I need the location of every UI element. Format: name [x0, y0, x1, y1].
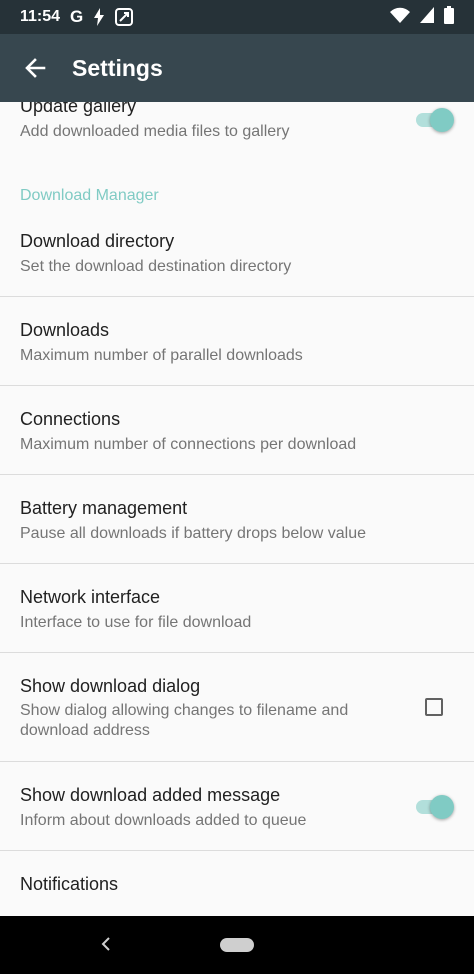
nav-back-icon[interactable] [96, 934, 116, 954]
show-added-switch[interactable] [414, 793, 454, 821]
pref-battery-management[interactable]: Battery management Pause all downloads i… [0, 475, 474, 563]
pref-title: Update gallery [20, 102, 137, 116]
pref-connections[interactable]: Connections Maximum number of connection… [0, 386, 474, 474]
switch-thumb [430, 795, 454, 819]
show-dialog-checkbox[interactable] [425, 698, 443, 716]
pref-notifications[interactable]: Notifications [0, 851, 474, 916]
pref-title: Show download added message [20, 785, 281, 805]
pref-title: Connections [20, 409, 121, 429]
signal-icon [420, 6, 434, 28]
category-download-manager: Download Manager [20, 187, 159, 204]
pref-show-download-added[interactable]: Show download added message Inform about… [0, 762, 474, 850]
pref-network-interface[interactable]: Network interface Interface to use for f… [0, 564, 474, 652]
pref-download-directory[interactable]: Download directory Set the download dest… [0, 222, 474, 296]
pref-update-gallery[interactable]: Update gallery Add downloaded media file… [0, 102, 474, 154]
update-gallery-switch[interactable] [414, 106, 454, 134]
pref-title: Download directory [20, 231, 175, 251]
wifi-icon [390, 7, 410, 28]
status-time: 11:54 [20, 8, 61, 25]
app-bar: Settings [0, 34, 474, 102]
battery-icon [444, 5, 454, 29]
page-title: Settings [72, 54, 163, 81]
settings-list[interactable]: Update gallery Add downloaded media file… [0, 102, 474, 916]
arrow-back-icon[interactable] [0, 34, 70, 102]
pref-summary: Show dialog allowing changes to filename… [20, 702, 349, 739]
pref-summary: Maximum number of connections per downlo… [20, 436, 357, 453]
status-bar: 11:54 G [0, 0, 474, 34]
flash-icon [93, 8, 105, 26]
pref-show-download-dialog[interactable]: Show download dialog Show dialog allowin… [0, 653, 474, 761]
pref-summary: Maximum number of parallel downloads [20, 347, 303, 364]
home-pill-icon[interactable] [220, 938, 254, 952]
pref-summary: Add downloaded media files to gallery [20, 123, 290, 140]
navigation-bar [0, 916, 474, 974]
pref-title: Network interface [20, 587, 161, 607]
pref-downloads[interactable]: Downloads Maximum number of parallel dow… [0, 297, 474, 385]
pref-summary: Inform about downloads added to queue [20, 812, 307, 829]
pref-title: Notifications [20, 874, 119, 894]
pref-summary: Pause all downloads if battery drops bel… [20, 525, 366, 542]
pref-title: Battery management [20, 498, 188, 518]
pref-title: Downloads [20, 320, 110, 340]
google-icon: G [70, 7, 84, 26]
screenshot-icon [115, 8, 134, 26]
switch-thumb [430, 108, 454, 132]
pref-title: Show download dialog [20, 676, 201, 696]
pref-summary: Set the download destination directory [20, 258, 292, 275]
pref-summary: Interface to use for file download [20, 614, 252, 631]
